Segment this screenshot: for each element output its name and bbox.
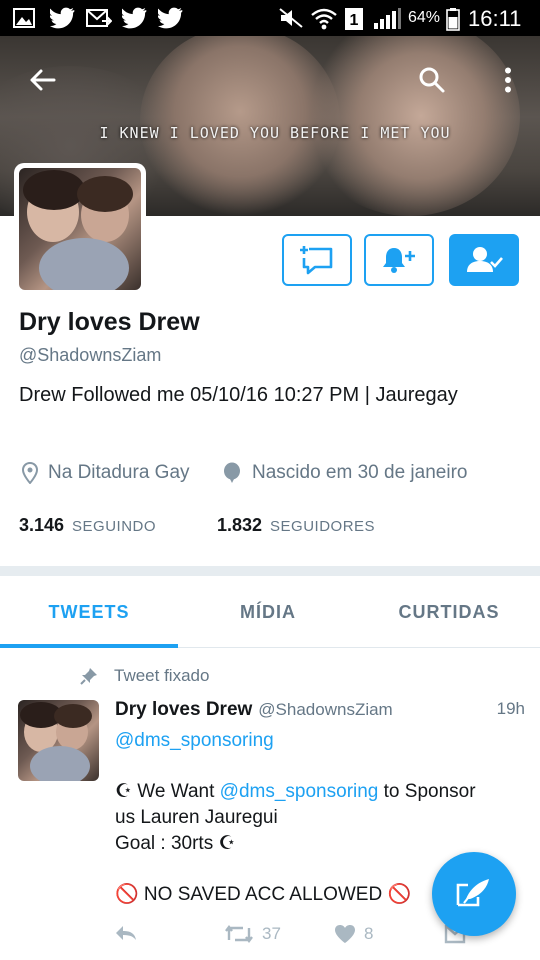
pin-icon bbox=[80, 668, 97, 685]
following-stat[interactable]: 3.146 SEGUINDO bbox=[19, 515, 156, 536]
pinned-tweet-label: Tweet fixado bbox=[80, 666, 209, 686]
tab-media[interactable]: MÍDIA bbox=[178, 576, 358, 648]
arrow-left-icon bbox=[30, 69, 56, 91]
tweet-line-1-suffix: to Sponsor bbox=[378, 781, 476, 802]
active-tab-indicator bbox=[0, 644, 178, 648]
header-tagline: I KNEW I LOVED YOU BEFORE I MET YOU bbox=[99, 124, 451, 142]
tweet-reply-mention[interactable]: @dms_sponsoring bbox=[115, 728, 515, 754]
tweet-line-3: Goal : 30rts ☪ bbox=[115, 833, 236, 854]
followers-stat[interactable]: 1.832 SEGUIDORES bbox=[217, 515, 375, 536]
tweet-line-2: us Lauren Jauregui bbox=[115, 807, 278, 828]
pinned-text: Tweet fixado bbox=[114, 666, 210, 685]
profile-tabs: TWEETS MÍDIA CURTIDAS bbox=[0, 576, 540, 648]
profile-display-name: Dry loves Drew bbox=[19, 308, 200, 336]
reply-mention-link[interactable]: @dms_sponsoring bbox=[115, 730, 274, 751]
like-button[interactable]: 8 bbox=[334, 924, 373, 944]
retweet-count: 37 bbox=[262, 924, 281, 943]
more-vertical-icon bbox=[505, 67, 511, 93]
clock: 16:11 bbox=[468, 6, 522, 31]
tweet-line-1-prefix: ☪ We Want bbox=[115, 781, 220, 802]
wifi-icon bbox=[311, 8, 337, 30]
twitter-notification-icon bbox=[122, 7, 147, 29]
notifications-button[interactable] bbox=[364, 234, 434, 286]
message-add-icon bbox=[300, 246, 333, 275]
like-count: 8 bbox=[364, 924, 374, 943]
profile-handle: @ShadownsZiam bbox=[19, 345, 162, 365]
twitter-notification-icon bbox=[50, 7, 75, 29]
tweet-author-handle[interactable]: @ShadownsZiam bbox=[258, 700, 392, 720]
user-check-icon bbox=[467, 247, 503, 272]
compose-icon bbox=[456, 879, 489, 907]
balloon-icon bbox=[224, 462, 240, 483]
sim-1-icon: 1 bbox=[345, 8, 363, 30]
tab-media-label: MÍDIA bbox=[240, 601, 296, 622]
tweet-mention-link[interactable]: @dms_sponsoring bbox=[220, 781, 379, 802]
mute-icon bbox=[279, 8, 303, 28]
search-button[interactable] bbox=[410, 58, 454, 102]
battery-percentage: 64% bbox=[408, 9, 441, 26]
following-label: SEGUINDO bbox=[72, 518, 157, 535]
back-button[interactable] bbox=[20, 58, 64, 102]
gallery-icon bbox=[13, 8, 35, 28]
tab-likes[interactable]: CURTIDAS bbox=[358, 576, 540, 648]
following-button[interactable] bbox=[449, 234, 519, 286]
followers-count: 1.832 bbox=[217, 515, 263, 535]
tweet-timestamp: 19h bbox=[496, 699, 525, 718]
compose-tweet-button[interactable] bbox=[432, 852, 516, 936]
bell-plus-icon bbox=[383, 248, 415, 273]
twitter-notification-icon bbox=[158, 7, 183, 29]
location-pin-icon bbox=[22, 462, 38, 484]
overflow-menu-button[interactable] bbox=[486, 58, 530, 102]
profile-birthday: Nascido em 30 de janeiro bbox=[222, 462, 467, 484]
direct-message-button[interactable] bbox=[282, 234, 352, 286]
following-count: 3.146 bbox=[19, 515, 65, 535]
birthday-text: Nascido em 30 de janeiro bbox=[252, 462, 468, 483]
search-icon bbox=[419, 67, 445, 93]
section-divider bbox=[0, 566, 540, 576]
tweet-header: Dry loves Drew @ShadownsZiam 19h bbox=[115, 699, 525, 721]
location-text: Na Ditadura Gay bbox=[48, 462, 190, 483]
tab-tweets-label: TWEETS bbox=[48, 601, 130, 622]
tweet-author-avatar[interactable] bbox=[18, 700, 99, 781]
avatar-image bbox=[19, 168, 141, 290]
reply-icon bbox=[116, 926, 136, 940]
profile-avatar[interactable] bbox=[14, 163, 146, 295]
tab-tweets[interactable]: TWEETS bbox=[0, 576, 178, 648]
retweet-button[interactable]: 37 bbox=[224, 924, 281, 944]
status-bar: 1 64% 16:11 bbox=[0, 0, 540, 36]
tweet-author-name[interactable]: Dry loves Drew bbox=[115, 699, 252, 721]
retweet-icon bbox=[225, 925, 253, 943]
profile-location: Na Ditadura Gay bbox=[22, 462, 190, 484]
profile-bio: Drew Followed me 05/10/16 10:27 PM | Jau… bbox=[19, 384, 458, 406]
tab-likes-label: CURTIDAS bbox=[398, 601, 500, 622]
signal-icon bbox=[374, 8, 401, 29]
battery-icon bbox=[446, 8, 460, 31]
mail-icon bbox=[86, 9, 112, 27]
svg-text:1: 1 bbox=[350, 12, 359, 29]
reply-button[interactable] bbox=[114, 924, 146, 942]
tweet-line-1: ☪ We Want @dms_sponsoring to Sponsor bbox=[115, 779, 515, 805]
heart-icon bbox=[335, 925, 355, 943]
followers-label: SEGUIDORES bbox=[270, 518, 376, 535]
